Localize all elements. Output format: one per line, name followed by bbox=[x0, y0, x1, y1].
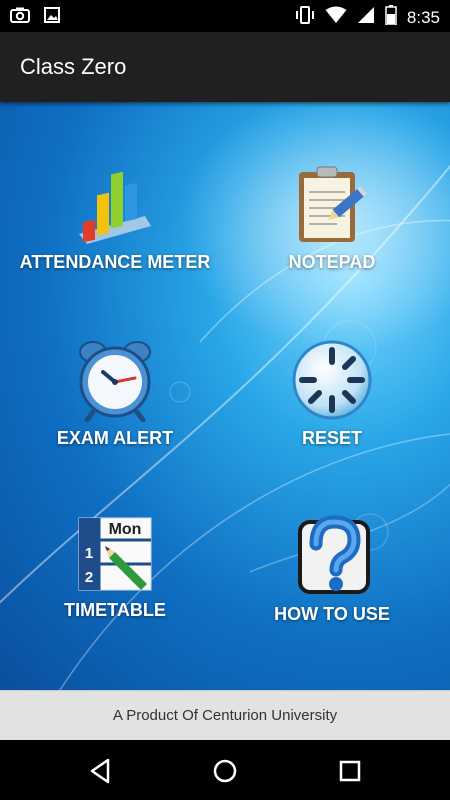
recents-icon[interactable] bbox=[335, 756, 365, 786]
attendance-meter-button[interactable]: ATTENDANCE METER bbox=[5, 164, 225, 273]
footer: A Product Of Centurion University bbox=[0, 690, 450, 741]
reset-button[interactable]: RESET bbox=[222, 338, 442, 449]
bar-chart-icon bbox=[79, 171, 151, 244]
svg-text:Mon: Mon bbox=[109, 521, 142, 538]
footer-text: A Product Of Centurion University bbox=[112, 707, 338, 724]
notepad-label: NOTEPAD bbox=[288, 252, 376, 272]
svg-text:2: 2 bbox=[85, 569, 93, 586]
image-icon bbox=[44, 7, 60, 28]
timetable-button[interactable]: Mon 1 2 TIMETABLE bbox=[5, 514, 225, 621]
svg-text:1: 1 bbox=[85, 545, 93, 562]
battery-icon bbox=[385, 5, 397, 30]
camera-icon bbox=[10, 7, 30, 28]
back-icon[interactable] bbox=[86, 756, 116, 786]
status-bar: 8:35 bbox=[0, 0, 450, 32]
attendance-meter-label: ATTENDANCE METER bbox=[19, 252, 211, 272]
timetable-icon: Mon 1 2 bbox=[78, 517, 152, 591]
menu-grid: ATTENDANCE METER NOTEPAD EXAM ALERT RESE… bbox=[0, 102, 450, 690]
reset-icon bbox=[292, 340, 372, 420]
vibrate-icon bbox=[295, 6, 315, 29]
app-title: Class Zero bbox=[20, 54, 127, 79]
reset-label: RESET bbox=[301, 428, 362, 448]
how-to-use-button[interactable]: HOW TO USE bbox=[222, 514, 442, 625]
notepad-icon bbox=[299, 166, 367, 242]
alarm-clock-icon bbox=[79, 341, 151, 422]
timetable-label: TIMETABLE bbox=[64, 600, 166, 620]
app-bar: Class Zero bbox=[0, 32, 450, 102]
wifi-icon bbox=[325, 6, 347, 29]
signal-icon bbox=[357, 6, 375, 29]
home-icon[interactable] bbox=[210, 756, 240, 786]
status-time: 8:35 bbox=[406, 7, 440, 27]
exam-alert-button[interactable]: EXAM ALERT bbox=[5, 338, 225, 449]
help-icon bbox=[298, 515, 370, 594]
how-to-use-label: HOW TO USE bbox=[274, 604, 390, 624]
notepad-button[interactable]: NOTEPAD bbox=[222, 164, 442, 273]
exam-alert-label: EXAM ALERT bbox=[56, 428, 174, 448]
navigation-bar bbox=[0, 740, 450, 800]
